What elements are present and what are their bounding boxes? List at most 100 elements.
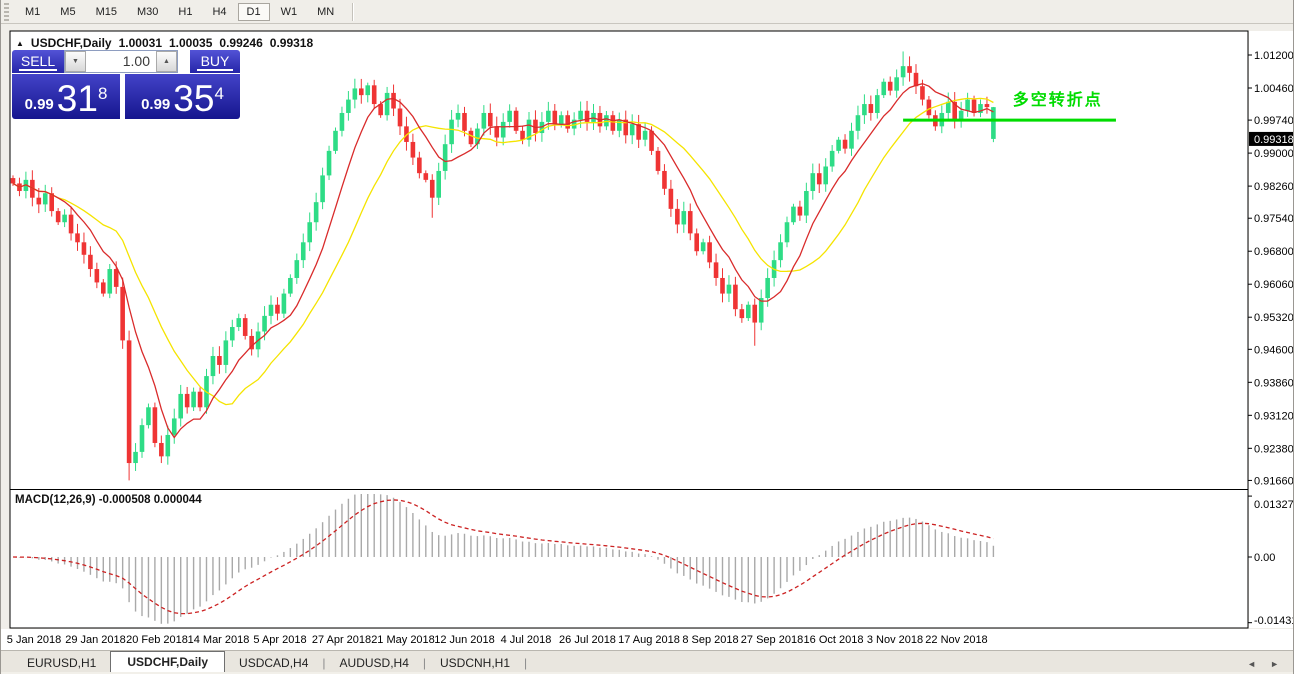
chart-tab-usdcad[interactable]: USDCAD,H4 [225,653,322,673]
date-tick-label: 17 Aug 2018 [618,634,680,646]
candle-body [481,112,487,129]
candle-body [552,110,558,125]
candle-body [855,115,861,131]
candle-body [94,269,100,283]
sell-price-button[interactable]: 0.99 31 8 [12,74,120,119]
price-tick-label: 0.94600 [1254,344,1294,356]
candle-body [88,254,93,270]
candle-body [513,110,519,131]
candle-body [333,130,338,151]
candle-body [488,112,493,127]
price-tick-label: 0.99000 [1254,148,1294,160]
ohlc-close: 0.99318 [269,36,314,50]
date-tick-label: 3 Nov 2018 [867,634,923,646]
tabs-scroll-left-icon[interactable]: ◄ [1247,659,1256,669]
price-tick-label: 0.91660 [1254,475,1294,487]
date-tick-label: 21 May 2018 [371,634,435,646]
candle-body [352,88,358,100]
candle-body [913,72,919,87]
volume-decrease-icon[interactable]: ▼ [65,51,86,72]
candle-body [894,77,899,91]
candle-body [449,119,454,145]
candle-body [178,393,183,419]
candle-body [55,211,61,223]
candle-body [681,211,687,225]
candle-body [713,262,719,278]
candle-body [423,173,429,180]
candle-body [881,81,887,96]
annotation-text[interactable]: 多空转折点 [1013,90,1103,109]
chart-tab-eurusd[interactable]: EURUSD,H1 [13,653,110,673]
candle-body [294,260,300,278]
candle-body [107,269,113,294]
candle-body [829,150,835,167]
chart-tabs-bar: EURUSD,H1 USDCHF,Daily USDCAD,H4 | AUDUSD,H4… [1,650,1293,673]
price-tick-label: 1.01200 [1254,50,1294,62]
date-tick-label: 27 Apr 2018 [312,634,371,646]
candle-body [617,119,622,131]
candle-body [113,269,119,287]
sell-price-big: 31 [56,78,98,119]
chart-tab-audusd[interactable]: AUDUSD,H4 [326,653,423,673]
candle-body [442,144,448,171]
candle-body [965,99,970,111]
candle-body [410,141,416,158]
price-tick-label: 0.99740 [1254,115,1294,127]
candle-body [268,304,274,316]
candle-body [920,86,925,100]
chart-header: ▲ USDCHF,Daily 1.00031 1.00035 0.99246 0… [16,36,313,50]
candle-body [62,214,67,223]
candle-body [313,202,319,223]
candle-body [152,407,158,443]
candle-body [842,139,848,149]
candle-body [436,170,441,198]
price-tick-label: 1.00460 [1254,83,1294,95]
volume-input[interactable]: 1.00 [86,51,156,72]
sell-button-label: SELL [20,52,56,69]
candle-body [971,99,977,113]
candle-body [610,115,616,131]
price-tick-label: 0.96800 [1254,246,1294,258]
candle-body [642,130,648,140]
chart-tab-usdchf[interactable]: USDCHF,Daily [110,651,226,673]
candle-body [184,393,190,408]
date-tick-label: 29 Jan 2018 [65,634,126,646]
candle-body [359,88,364,96]
candle-body [384,92,390,116]
ohlc-high: 1.00035 [169,36,213,50]
chart-tab-usdcnh[interactable]: USDCNH,H1 [426,653,524,673]
candle-body [958,110,964,120]
buy-button[interactable]: BUY [190,50,240,73]
price-tick-label: 0.93860 [1254,377,1294,389]
candle-body [307,222,312,243]
candle-body [230,327,235,341]
date-tick-label: 14 Mar 2018 [188,634,250,646]
buy-underline [197,68,233,71]
candle-body [662,170,667,189]
candle-body [262,315,267,332]
candle-body [687,211,693,234]
candle-body [36,197,42,205]
volume-spinner: ▼ 1.00 ▲ [64,50,178,73]
sell-button[interactable]: SELL [12,50,64,73]
candle-body [165,434,171,457]
candle-body [746,304,751,319]
price-tick-label: 0.96060 [1254,279,1294,291]
one-click-trading-panel: SELL ▼ 1.00 ▲ BUY 0.99 31 8 0.99 35 4 [12,50,240,119]
collapse-arrow-icon[interactable]: ▲ [16,39,24,48]
volume-increase-icon[interactable]: ▲ [156,51,177,72]
price-tick-label: 0.92380 [1254,443,1294,455]
candle-body [816,173,822,185]
candle-body [365,85,371,96]
macd-indicator-label: MACD(12,26,9) -0.000508 0.000044 [15,494,202,506]
buy-price-button[interactable]: 0.99 35 4 [125,74,240,119]
date-tick-label: 5 Jan 2018 [7,634,61,646]
date-tick-label: 26 Jul 2018 [559,634,616,646]
candle-body [520,130,525,140]
tabs-scroll-right-icon[interactable]: ► [1270,659,1279,669]
candle-body [101,282,106,294]
date-tick-label: 12 Jun 2018 [434,634,495,646]
candle-body [700,242,706,252]
date-tick-label: 22 Nov 2018 [925,634,987,646]
candle-body [694,233,699,252]
